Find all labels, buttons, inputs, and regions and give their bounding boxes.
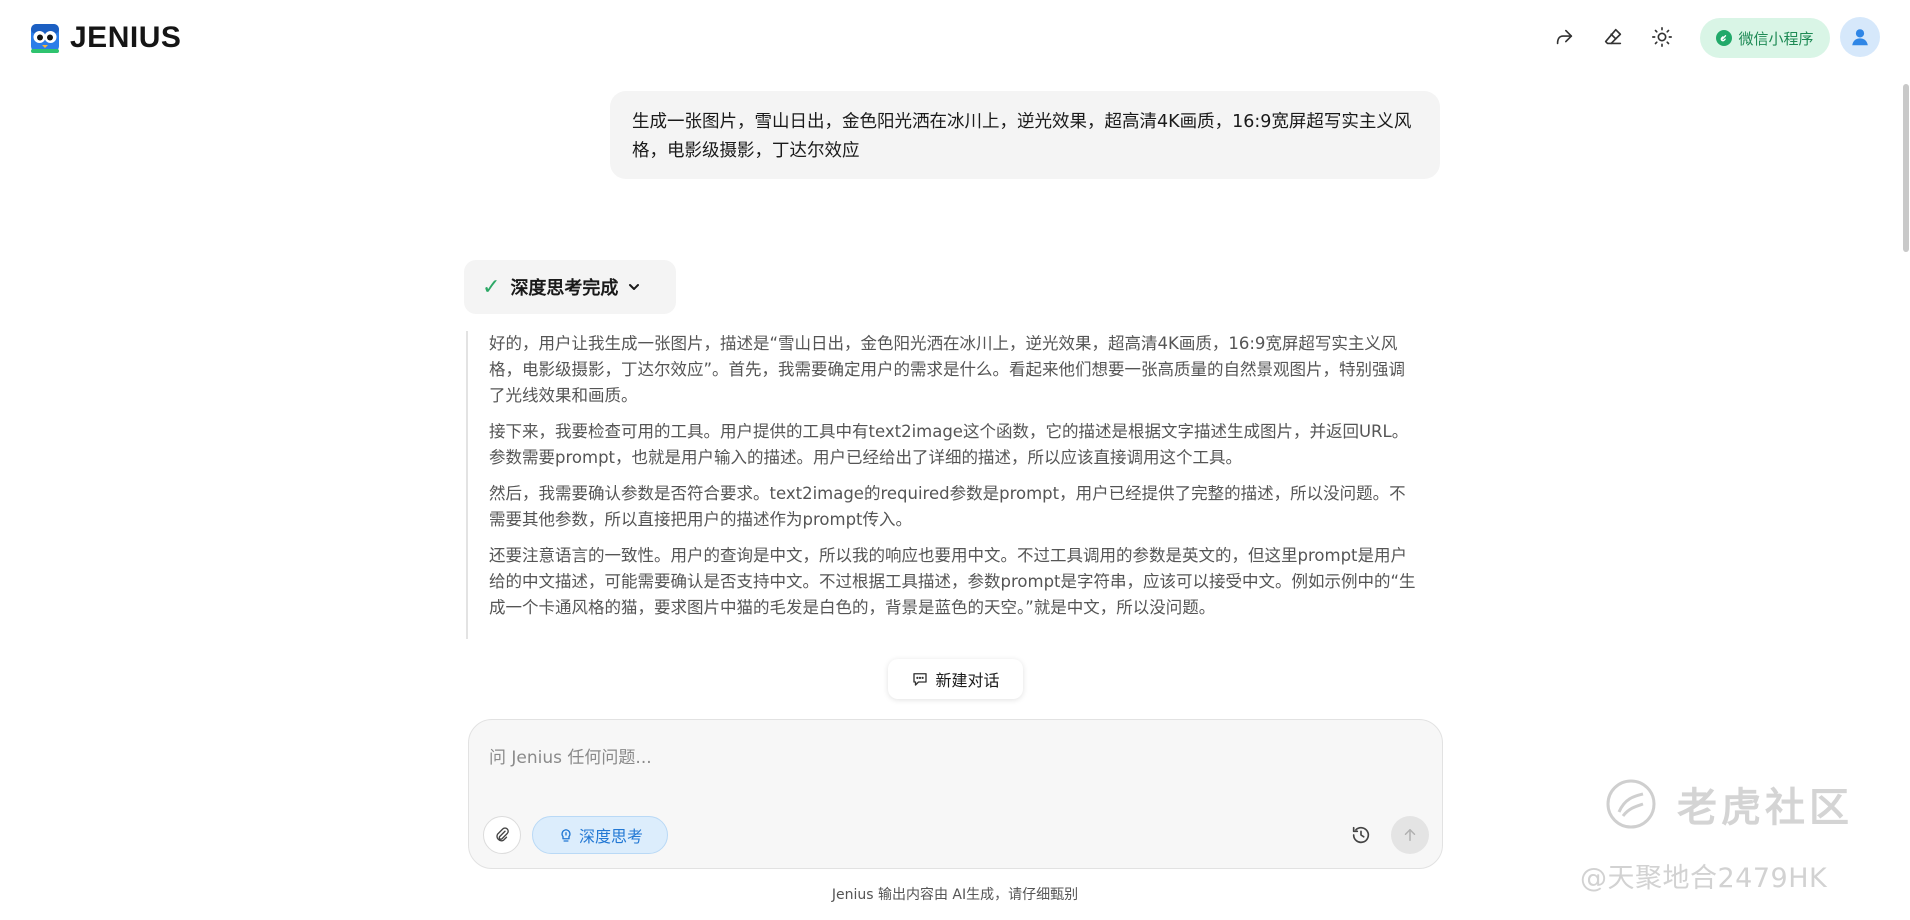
check-icon: ✓	[482, 274, 501, 300]
reasoning-paragraph: 然后，我需要确认参数是否符合要求。text2image的required参数是p…	[489, 484, 1406, 529]
owl-logo-icon	[31, 24, 59, 53]
thinking-status-label: 深度思考完成	[510, 278, 619, 299]
arrow-up-icon	[1404, 829, 1416, 841]
reasoning-block: 好的，用户让我生成一张图片，描述是“雪山日出，金色阳光洒在冰川上，逆光效果，超高…	[466, 331, 1416, 639]
history-button[interactable]	[1342, 816, 1380, 854]
watermark-subtitle: @天聚地合2479HK	[1580, 863, 1828, 894]
bulb-icon	[561, 829, 571, 842]
message-composer: 深度思考	[468, 719, 1443, 869]
new-chat-button[interactable]: 新建对话	[888, 659, 1023, 699]
theme-toggle-button[interactable]	[1647, 22, 1677, 52]
top-bar: JENIUS 微信小程序	[0, 0, 1910, 76]
brand-logo[interactable]: JENIUS	[30, 20, 181, 56]
send-button[interactable]	[1391, 816, 1429, 854]
brand-name: JENIUS	[70, 21, 182, 54]
reasoning-paragraph: 还要注意语言的一致性。用户的查询是中文，所以我的响应也要用中文。不过工具调用的参…	[489, 546, 1416, 617]
attach-button[interactable]	[483, 816, 521, 854]
user-message-bubble: 生成一张图片，雪山日出，金色阳光洒在冰川上，逆光效果，超高清4K画质，16:9宽…	[610, 91, 1440, 179]
new-chat-label: 新建对话	[935, 671, 1000, 690]
sun-icon	[1652, 27, 1672, 47]
watermark-logo-icon	[1606, 779, 1656, 829]
chat-bubble-icon	[913, 673, 928, 686]
watermark-title: 老虎社区	[1677, 785, 1853, 831]
reasoning-paragraph: 好的，用户让我生成一张图片，描述是“雪山日出，金色阳光洒在冰川上，逆光效果，超高…	[489, 334, 1406, 405]
chevron-down-icon	[629, 284, 640, 290]
thinking-toggle[interactable]: ✓ 深度思考完成	[464, 260, 676, 314]
wechat-icon	[1716, 30, 1733, 46]
page: JENIUS 微信小程序 生成一张图片，雪山日出，金色阳光洒在冰川上，逆光效果，…	[0, 0, 1910, 920]
clear-button[interactable]	[1598, 22, 1628, 52]
reasoning-paragraph: 接下来，我要检查可用的工具。用户提供的工具中有text2image这个函数，它的…	[489, 422, 1409, 467]
deep-think-label: 深度思考	[578, 827, 643, 846]
scrollbar-thumb[interactable]	[1903, 84, 1909, 252]
wechat-mini-program-button[interactable]: 微信小程序	[1700, 18, 1830, 58]
paperclip-icon	[496, 827, 509, 842]
message-input[interactable]	[489, 738, 1419, 778]
user-avatar[interactable]	[1840, 17, 1880, 57]
user-icon	[1852, 29, 1868, 46]
share-icon	[1556, 29, 1573, 45]
share-button[interactable]	[1549, 22, 1579, 52]
watermark: 老虎社区	[1605, 778, 1875, 831]
history-icon	[1352, 826, 1370, 844]
eraser-icon	[1604, 28, 1622, 45]
deep-think-button[interactable]: 深度思考	[532, 816, 668, 854]
wechat-mini-program-label: 微信小程序	[1738, 29, 1814, 48]
